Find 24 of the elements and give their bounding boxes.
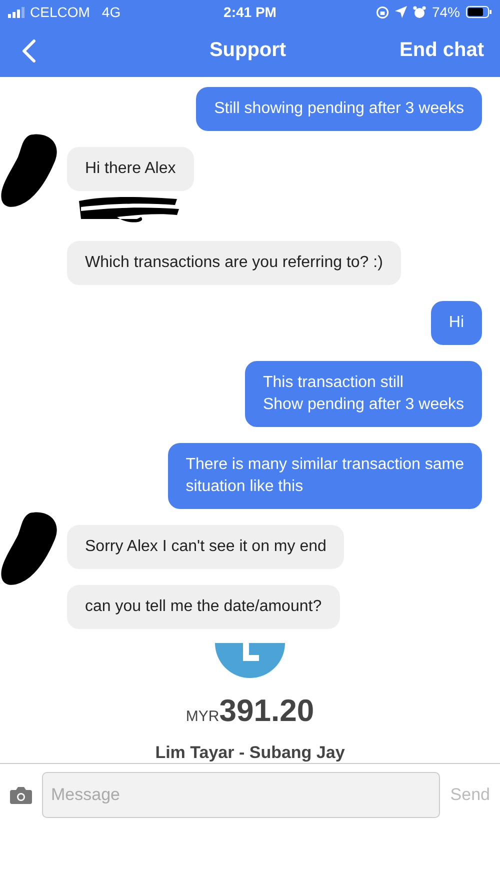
received-message: Which transactions are you referring to? :) <box>67 241 401 285</box>
battery-text: 74% <box>432 4 460 20</box>
amount-text: MYR391.20 <box>186 693 314 729</box>
message-field[interactable]: Message <box>42 772 440 818</box>
sent-message: Still showing pending after 3 weeks <box>196 87 482 131</box>
sent-message: Hi <box>430 301 482 345</box>
received-message: Sorry Alex I can't see it on my end <box>67 525 344 569</box>
received-message: Hi there Alex <box>67 147 194 191</box>
camera-icon[interactable] <box>10 786 32 804</box>
carrier-text: CELCOM <box>30 4 90 20</box>
network-text: 4G <box>102 4 121 20</box>
alarm-icon <box>412 6 426 18</box>
rotation-lock-icon <box>376 6 389 18</box>
back-button[interactable] <box>22 38 36 62</box>
merchant-name: Lim Tayar - Subang Jay <box>155 743 345 763</box>
received-message: can you tell me the date/amount? <box>67 585 340 629</box>
battery-icon <box>466 6 492 18</box>
sent-message: There is many similar transaction same situation like this <box>168 443 482 509</box>
end-chat-button[interactable]: End chat <box>400 39 484 62</box>
location-icon <box>394 6 407 18</box>
clock-text: 2:41 PM <box>224 4 276 20</box>
sent-message: This transaction still Show pending after 3 weeks <box>244 361 482 427</box>
signal-icon <box>8 6 26 18</box>
screen-title: Support <box>209 39 286 61</box>
